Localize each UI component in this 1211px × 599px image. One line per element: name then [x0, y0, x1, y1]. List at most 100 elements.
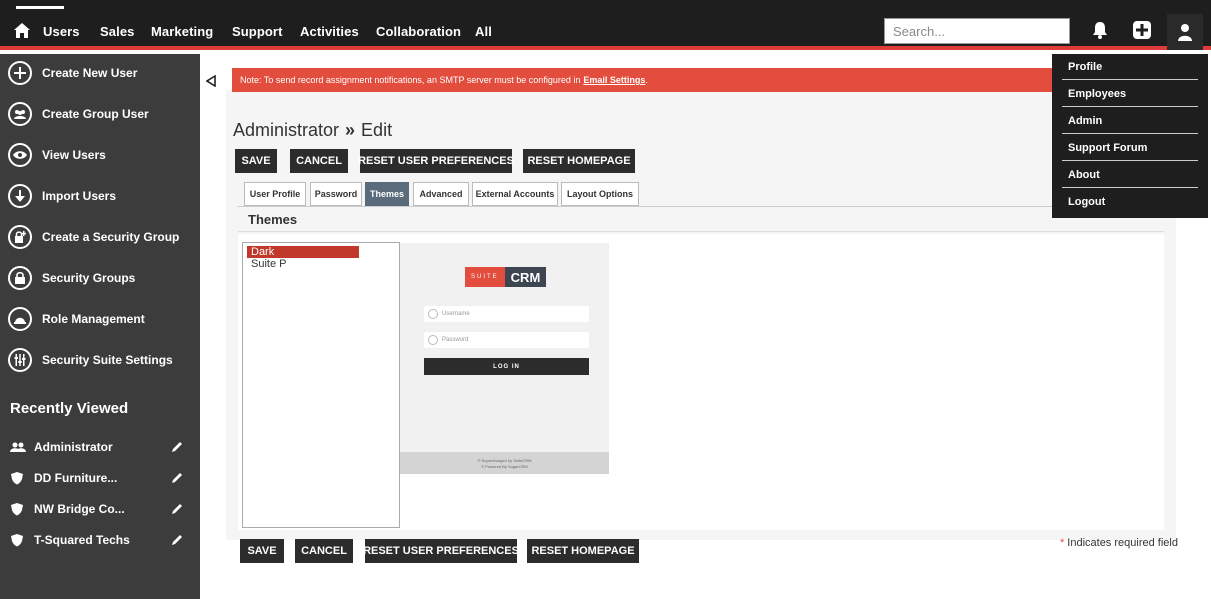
theme-select-list[interactable]: Dark Suite P — [242, 242, 400, 528]
theme-option-dark[interactable]: Dark — [247, 246, 359, 258]
recent-item-t-squared[interactable]: T-Squared Techs — [10, 531, 190, 549]
lock-icon — [8, 266, 32, 290]
tab-password[interactable]: Password — [310, 182, 362, 206]
sidebar: Create New User Create Group User View U… — [0, 54, 200, 599]
sidebar-action-label: Create a Security Group — [42, 230, 180, 244]
nav-all[interactable]: All — [475, 24, 492, 39]
user-dropdown-menu: Profile Employees Admin Support Forum Ab… — [1052, 54, 1208, 218]
role-icon — [8, 307, 32, 331]
recent-item-administrator[interactable]: Administrator — [10, 438, 190, 456]
quick-create-icon[interactable] — [1130, 18, 1154, 42]
preview-footer-line2: © Powered By SugarCRM — [481, 464, 528, 469]
nav-activities[interactable]: Activities — [300, 24, 359, 39]
themes-section-title: Themes — [248, 212, 298, 227]
notice-suffix: . — [645, 75, 648, 85]
menu-item-employees[interactable]: Employees — [1062, 81, 1198, 107]
menu-item-about[interactable]: About — [1062, 162, 1198, 188]
recent-item-nw-bridge[interactable]: NW Bridge Co... — [10, 500, 190, 518]
recent-item-label: DD Furniture... — [34, 471, 118, 485]
pencil-icon[interactable] — [170, 502, 184, 516]
menu-item-admin[interactable]: Admin — [1062, 108, 1198, 134]
shield-icon — [10, 471, 28, 485]
menu-item-support-forum[interactable]: Support Forum — [1062, 135, 1198, 161]
tab-layout-options[interactable]: Layout Options — [561, 182, 639, 206]
page-title-action: Edit — [361, 120, 393, 140]
sliders-icon — [8, 348, 32, 372]
logo-suite-text: SUITE — [465, 267, 505, 287]
user-circle-icon — [428, 309, 438, 319]
home-indicator — [16, 6, 64, 9]
suitecrm-logo: SUITE CRM — [465, 267, 547, 287]
preview-footer: © Supercharged by SuiteCRM © Powered By … — [400, 452, 609, 474]
smtp-notice: Note: To send record assignment notifica… — [232, 68, 1052, 92]
nav-sales[interactable]: Sales — [100, 24, 134, 39]
search-placeholder: Search... — [893, 23, 946, 39]
sidebar-create-group-user[interactable]: Create Group User — [8, 101, 149, 127]
sidebar-role-management[interactable]: Role Management — [8, 306, 145, 332]
save-button-bottom[interactable]: SAVE — [240, 539, 284, 563]
shield-icon — [10, 502, 28, 516]
recently-viewed-title: Recently Viewed — [10, 400, 129, 417]
preview-username-field: Username — [424, 306, 589, 322]
sidebar-action-label: Create Group User — [42, 107, 149, 121]
required-field-note: * Indicates required field — [1060, 537, 1178, 549]
pencil-icon[interactable] — [170, 533, 184, 547]
tab-user-profile[interactable]: User Profile — [244, 182, 306, 206]
recent-item-dd-furniture[interactable]: DD Furniture... — [10, 469, 190, 487]
tab-themes[interactable]: Themes — [365, 182, 409, 206]
sidebar-action-label: Import Users — [42, 189, 117, 203]
sidebar-create-security-group[interactable]: Create a Security Group — [8, 224, 179, 250]
plus-icon — [8, 61, 32, 85]
sidebar-import-users[interactable]: Import Users — [8, 183, 116, 209]
pencil-icon[interactable] — [170, 440, 184, 454]
cancel-button-bottom[interactable]: CANCEL — [295, 539, 353, 563]
recent-item-label: NW Bridge Co... — [34, 502, 125, 516]
cancel-button-top[interactable]: CANCEL — [290, 149, 348, 173]
sidebar-action-label: Security Groups — [42, 271, 136, 285]
email-settings-link[interactable]: Email Settings — [583, 75, 645, 85]
nav-marketing[interactable]: Marketing — [151, 24, 213, 39]
user-menu-button[interactable] — [1167, 14, 1203, 50]
download-icon — [8, 184, 32, 208]
required-text: Indicates required field — [1067, 537, 1178, 549]
nav-collaboration[interactable]: Collaboration — [376, 24, 461, 39]
save-button-top[interactable]: SAVE — [235, 149, 277, 173]
page-title-separator: » — [345, 120, 356, 140]
sidebar-action-label: Create New User — [42, 66, 138, 80]
reset-user-preferences-button-top[interactable]: RESET USER PREFERENCES — [358, 149, 514, 173]
users-icon — [10, 440, 28, 454]
sidebar-collapse-button[interactable] — [201, 71, 221, 91]
sidebar-security-groups[interactable]: Security Groups — [8, 265, 135, 291]
menu-item-logout[interactable]: Logout — [1062, 189, 1198, 215]
preview-password-field: Password — [424, 332, 589, 348]
page-title: Administrator» Edit — [233, 120, 392, 141]
sidebar-create-new-user[interactable]: Create New User — [8, 60, 137, 86]
tab-external-accounts[interactable]: External Accounts — [472, 182, 558, 206]
key-circle-icon — [428, 335, 438, 345]
theme-option-suite-p[interactable]: Suite P — [247, 258, 359, 270]
theme-preview-image: SUITE CRM Username Password LOG IN © Sup… — [400, 243, 609, 474]
notice-text: Note: To send record assignment notifica… — [240, 75, 581, 85]
recent-item-label: T-Squared Techs — [34, 533, 130, 547]
page-title-module: Administrator — [233, 120, 340, 140]
tab-advanced[interactable]: Advanced — [413, 182, 469, 206]
nav-support[interactable]: Support — [232, 24, 283, 39]
sidebar-security-suite-settings[interactable]: Security Suite Settings — [8, 347, 173, 373]
nav-users[interactable]: Users — [43, 24, 80, 39]
logo-crm-text: CRM — [504, 267, 547, 287]
recent-item-label: Administrator — [34, 440, 113, 454]
reset-user-preferences-button-bottom[interactable]: RESET USER PREFERENCES — [363, 539, 519, 563]
preview-password-placeholder: Password — [442, 337, 469, 343]
preview-username-placeholder: Username — [442, 311, 470, 317]
section-divider — [238, 231, 1164, 232]
home-icon[interactable] — [14, 23, 30, 38]
reset-homepage-button-top[interactable]: RESET HOMEPAGE — [523, 149, 635, 173]
search-input[interactable]: Search... — [884, 18, 1070, 44]
pencil-icon[interactable] — [170, 471, 184, 485]
sidebar-view-users[interactable]: View Users — [8, 142, 106, 168]
menu-item-profile[interactable]: Profile — [1062, 54, 1198, 80]
user-icon — [1178, 24, 1192, 41]
bell-icon[interactable] — [1088, 18, 1112, 42]
search-icon[interactable] — [1046, 20, 1066, 40]
reset-homepage-button-bottom[interactable]: RESET HOMEPAGE — [527, 539, 639, 563]
